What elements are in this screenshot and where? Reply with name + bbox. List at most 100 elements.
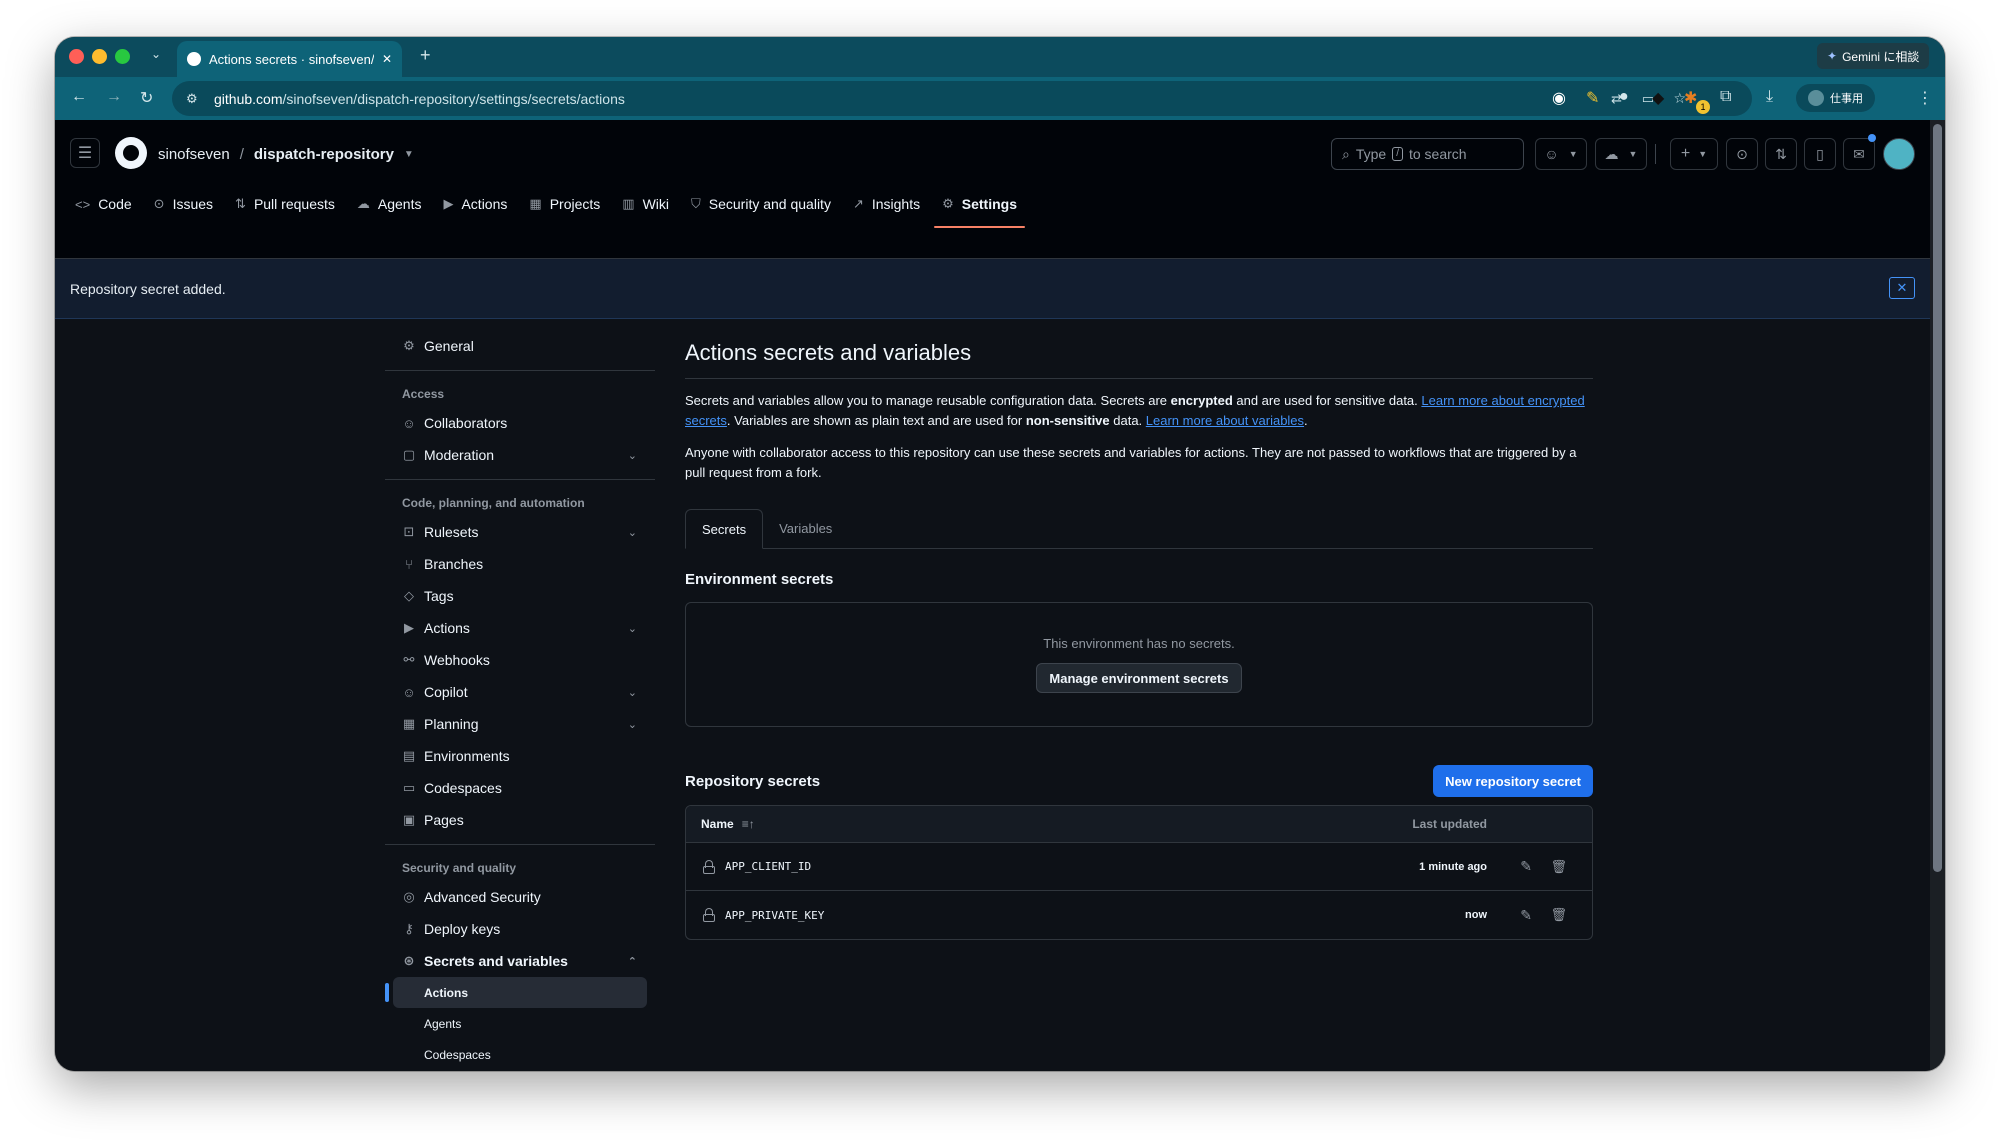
sidebar-item-codespaces[interactable]: ▭ Codespaces [385,772,655,804]
repo-link[interactable]: dispatch-repository [254,146,394,163]
sidebar-item-actions[interactable]: ▶ Actions ⌄ [385,612,655,644]
puzzle-extension-icon[interactable]: ◆ [1652,88,1664,108]
sidebar-item-branches[interactable]: ⑂ Branches [385,548,655,580]
maximize-window-button[interactable] [115,49,130,64]
breadcrumb-separator: / [239,146,244,163]
issue-opened-icon: ⊙ [1736,145,1748,162]
sidebar-item-webhooks[interactable]: ⚯ Webhooks [385,644,655,676]
password-manager-icon[interactable]: ◉ [1552,88,1566,108]
name-column-header[interactable]: Name [701,817,734,831]
breadcrumb: sinofseven / dispatch-repository ▼ [158,146,414,163]
trash-icon[interactable]: 🗑 [1550,907,1567,923]
sidebar-item-general[interactable]: ⚙ General [385,330,655,362]
search-input[interactable]: ⌕ Type / to search [1331,138,1524,170]
comment-icon: ▢ [402,447,416,462]
agents-icon: ☁ [1604,145,1619,162]
github-page: ☰ sinofseven / dispatch-repository ▼ ⌕ T… [55,120,1930,1071]
tab-issues[interactable]: ⊙ Issues [154,187,213,221]
secrets-tabs: Secrets Variables [685,509,1593,549]
pencil-icon[interactable]: ✎ [1520,907,1532,924]
sidebar-divider [385,370,655,371]
sidebar-subitem-agents[interactable]: Agents [385,1008,655,1039]
sidebar-item-environments[interactable]: ▤ Environments [385,740,655,772]
flash-message: Repository secret added. [70,280,226,297]
tab-actions[interactable]: ▶ Actions [443,187,507,221]
sidebar-item-deploy-keys[interactable]: ⚷ Deploy keys [385,913,655,945]
close-window-button[interactable] [69,49,84,64]
chevron-up-icon: ⌃ [627,955,637,968]
new-repository-secret-button[interactable]: New repository secret [1433,765,1593,797]
github-logo-icon[interactable] [115,137,147,169]
tab-pull-requests[interactable]: ⇅ Pull requests [235,187,335,221]
search-suffix: to search [1408,146,1467,162]
agents-menu-button[interactable]: ☁ ▼ [1595,138,1647,170]
extensions-icon[interactable]: ⧉ [1720,88,1731,106]
key-asterisk-icon: ⊛ [403,953,415,968]
sidebar-subitem-codespaces[interactable]: Codespaces [385,1039,655,1070]
sidebar-item-advanced-security[interactable]: ◎ Advanced Security [385,881,655,913]
gemini-button[interactable]: ✦ Gemini に相談 [1817,43,1930,69]
sidebar-subitem-actions[interactable]: Actions [385,977,647,1008]
forward-icon[interactable]: → [106,88,122,106]
notifications-button[interactable]: ✉ [1843,138,1875,170]
header-divider [1655,144,1656,164]
browser-tab[interactable]: Actions secrets · sinofseven/d ✕ [177,41,402,77]
flash-close-icon[interactable]: ✕ [1889,277,1915,299]
back-icon[interactable]: ← [71,88,87,106]
environment-secrets-heading: Environment secrets [685,571,834,588]
hamburger-menu-icon[interactable]: ☰ [70,138,100,168]
page-title: Actions secrets and variables [685,320,1593,379]
tab-settings[interactable]: ⚙ Settings [934,187,1025,228]
timer-extension-icon[interactable]: ● [1619,88,1629,106]
secret-updated: 1 minute ago [1419,860,1487,873]
sidebar-item-secrets-and-variables[interactable]: ⊛ Secrets and variables ⌃ [385,945,655,977]
create-new-button[interactable]: + ▼ [1670,138,1718,170]
sidebar-item-collaborators[interactable]: ☺ Collaborators [385,407,655,439]
sidebar-item-pages[interactable]: ▣ Pages [385,804,655,836]
user-avatar[interactable] [1883,138,1915,170]
chevron-down-icon: ▼ [1568,149,1578,159]
new-tab-icon[interactable]: + [420,45,431,66]
sidebar-item-planning[interactable]: ▦ Planning ⌄ [385,708,655,740]
pencil-icon[interactable]: ✎ [1520,858,1532,875]
download-icon[interactable]: ⤓ [1766,88,1773,106]
tab-projects[interactable]: ▦ Projects [529,187,600,221]
pull-requests-button[interactable]: ⇅ [1765,138,1797,170]
tab-insights[interactable]: ↗ Insights [853,187,920,221]
sidebar-divider [385,844,655,845]
sort-icon[interactable]: ≡↑ [742,817,755,831]
site-info-icon[interactable]: ⚙ [186,91,198,107]
tab-variables[interactable]: Variables [763,509,848,548]
learn-more-variables-link[interactable]: Learn more about variables [1146,413,1304,428]
tab-agents[interactable]: ☁ Agents [357,187,422,221]
play-icon: ▶ [404,620,414,635]
browser-menu-icon[interactable]: ⋮ [1917,88,1933,108]
sidebar-item-rulesets[interactable]: ⊡ Rulesets ⌄ [385,516,655,548]
tab-secrets[interactable]: Secrets [685,509,764,549]
minimize-window-button[interactable] [92,49,107,64]
chevron-down-icon: ⌄ [627,449,637,462]
issues-button[interactable]: ⊙ [1726,138,1758,170]
owner-link[interactable]: sinofseven [158,146,230,163]
tab-search-icon[interactable]: ⌄ [151,47,161,61]
repositories-button[interactable]: ▯ [1804,138,1836,170]
copilot-menu-button[interactable]: ☺ ▼ [1535,138,1587,170]
reload-icon[interactable]: ↻ [140,88,153,108]
sidebar-item-tags[interactable]: ◇ Tags [385,580,655,612]
key-extension-icon[interactable]: ✎ [1586,88,1599,108]
trash-icon[interactable]: 🗑 [1550,859,1567,875]
sidebar-item-copilot[interactable]: ☺ Copilot ⌄ [385,676,655,708]
tab-code[interactable]: <> Code [75,187,132,221]
tab-security[interactable]: ⛉ Security and quality [691,187,831,221]
sidebar-item-moderation[interactable]: ▢ Moderation ⌄ [385,439,655,471]
manage-environment-secrets-button[interactable]: Manage environment secrets [1036,663,1242,693]
table-icon: ▦ [529,196,542,211]
scrollbar-thumb[interactable] [1933,124,1942,872]
profile-chip[interactable]: 仕事用 [1796,84,1875,112]
tab-close-icon[interactable]: ✕ [382,52,392,66]
tab-wiki[interactable]: ▥ Wiki [622,187,669,221]
global-header: ☰ sinofseven / dispatch-repository ▼ ⌕ T… [55,120,1930,259]
repo-dropdown-icon[interactable]: ▼ [404,149,414,160]
address-bar[interactable]: ⚙ github.com/sinofseven/dispatch-reposit… [172,81,1752,116]
page-scrollbar[interactable] [1930,120,1945,1071]
